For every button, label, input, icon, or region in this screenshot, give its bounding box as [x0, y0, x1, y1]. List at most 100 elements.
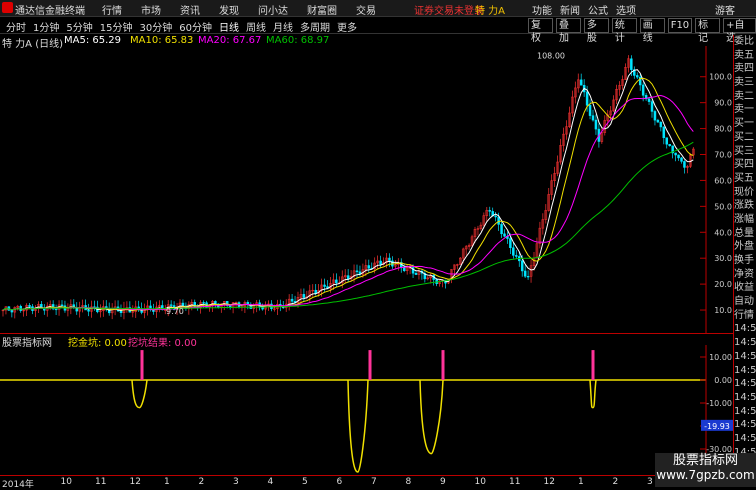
menu-item[interactable]: 市场	[141, 2, 161, 17]
candle-body	[19, 305, 22, 311]
time-tick: 7	[371, 477, 377, 487]
menu-item[interactable]: 公式	[588, 2, 608, 17]
current-value: -19.93	[704, 422, 730, 431]
time-tick: 6	[336, 477, 343, 487]
side-panel-item: 卖三	[734, 77, 754, 89]
chart-tool-button[interactable]: F10	[667, 18, 693, 33]
candle-body	[647, 98, 651, 102]
candle	[90, 300, 93, 318]
chart-tool-button[interactable]: 标记	[695, 18, 721, 44]
candle	[624, 63, 627, 81]
time-axis: 2014年1011121234567891011121234	[0, 475, 756, 490]
indicator-chart[interactable]: 10.000.00-10.00-20.00-30.00-40.00-19.93	[0, 345, 733, 475]
side-panel-item: 14:50	[734, 419, 756, 431]
period-tab[interactable]: 60分钟	[179, 19, 212, 34]
candle-body	[659, 121, 663, 128]
period-tab[interactable]: 15分钟	[100, 19, 133, 34]
candle	[638, 74, 642, 91]
candle	[25, 303, 28, 316]
candle-body	[662, 126, 666, 139]
candle-body	[677, 154, 680, 159]
candle	[459, 257, 462, 265]
time-tick: 2014年	[2, 480, 34, 490]
indicator-dip	[347, 379, 369, 473]
period-tab[interactable]: 5分钟	[66, 19, 92, 34]
period-tab[interactable]: 月线	[273, 19, 293, 34]
candle	[81, 299, 84, 313]
indicator-tick: 10.00	[709, 353, 732, 362]
candle-body	[503, 233, 506, 237]
candle	[668, 143, 671, 147]
candle	[405, 264, 409, 275]
menu-item[interactable]: 新闻	[560, 2, 580, 17]
chart-tool-button[interactable]: 叠加	[555, 18, 581, 44]
candle	[659, 121, 663, 132]
period-tab[interactable]: 周线	[246, 19, 266, 34]
signal-bar	[140, 350, 144, 380]
period-tab[interactable]: 日线	[219, 19, 239, 34]
candle	[426, 275, 430, 281]
menu-item[interactable]: 发现	[219, 2, 239, 17]
period-tab[interactable]: 分时	[6, 19, 26, 34]
menu-item[interactable]: 行情	[102, 2, 122, 17]
chart-tool-button[interactable]: 多股	[583, 18, 609, 44]
candle	[255, 300, 258, 313]
candle	[367, 259, 371, 274]
chart-tool-button[interactable]: 统计	[611, 18, 637, 44]
candle-body	[579, 79, 583, 86]
candle	[93, 300, 96, 311]
time-tick: 12	[129, 477, 141, 487]
chart-tool-button[interactable]: 复权	[528, 18, 553, 44]
side-panel-item: 收益	[734, 282, 754, 294]
candle	[122, 301, 126, 320]
candle-body	[674, 152, 677, 156]
candle-body	[228, 305, 232, 308]
side-panel-item: 自动	[734, 296, 754, 308]
time-tick: 10	[60, 477, 72, 487]
price-tick: 30.0	[714, 254, 732, 263]
menu-item[interactable]: 财富圈	[307, 2, 337, 17]
candle	[4, 306, 8, 315]
side-panel-item: 卖五	[734, 49, 754, 61]
candle-body	[520, 260, 524, 272]
menu-item[interactable]: 功能	[532, 2, 552, 17]
period-tab[interactable]: 更多	[337, 19, 357, 34]
candle-body	[591, 115, 595, 121]
period-tab[interactable]: 30分钟	[139, 19, 172, 34]
kline-chart[interactable]: 100.0 90.0 80.0 70.0 60.0 50.0 40.0 30.0 20.0 10.…	[0, 46, 733, 333]
candle	[397, 258, 400, 271]
candle-body	[302, 294, 306, 298]
candle	[400, 258, 403, 273]
candle	[113, 300, 117, 316]
candle-body	[512, 247, 515, 256]
chart-tool-button[interactable]: +自选	[723, 18, 756, 44]
candle	[376, 255, 379, 270]
candle	[523, 265, 527, 278]
period-tab[interactable]: 1分钟	[33, 19, 59, 34]
candle-body	[668, 143, 671, 147]
time-tick: 11	[509, 477, 521, 487]
menu-item[interactable]: 选项	[616, 2, 636, 17]
price-tick: 90.0	[714, 99, 732, 108]
menu-item[interactable]: 资讯	[180, 2, 200, 17]
candle	[143, 303, 146, 319]
candle	[299, 288, 303, 304]
candle	[467, 243, 471, 250]
menu-item[interactable]: 问小达	[258, 2, 288, 17]
candle	[553, 166, 556, 187]
candle-body	[650, 101, 654, 112]
candle-body	[169, 304, 173, 306]
watermark-title: 股票指标网	[672, 453, 738, 468]
side-panel-item: 涨幅	[734, 213, 754, 225]
candle-body	[665, 137, 668, 145]
candle	[547, 188, 550, 212]
chart-tool-button[interactable]: 画线	[639, 18, 665, 44]
candle	[686, 164, 689, 174]
candle-body	[497, 216, 500, 225]
candle	[343, 269, 347, 284]
period-tab[interactable]: 多周期	[300, 19, 330, 34]
candle	[417, 268, 421, 280]
login-notice[interactable]: 证券交易未登录	[414, 2, 484, 17]
guest-label[interactable]: 游客	[715, 2, 735, 17]
menu-item[interactable]: 交易	[356, 2, 376, 17]
